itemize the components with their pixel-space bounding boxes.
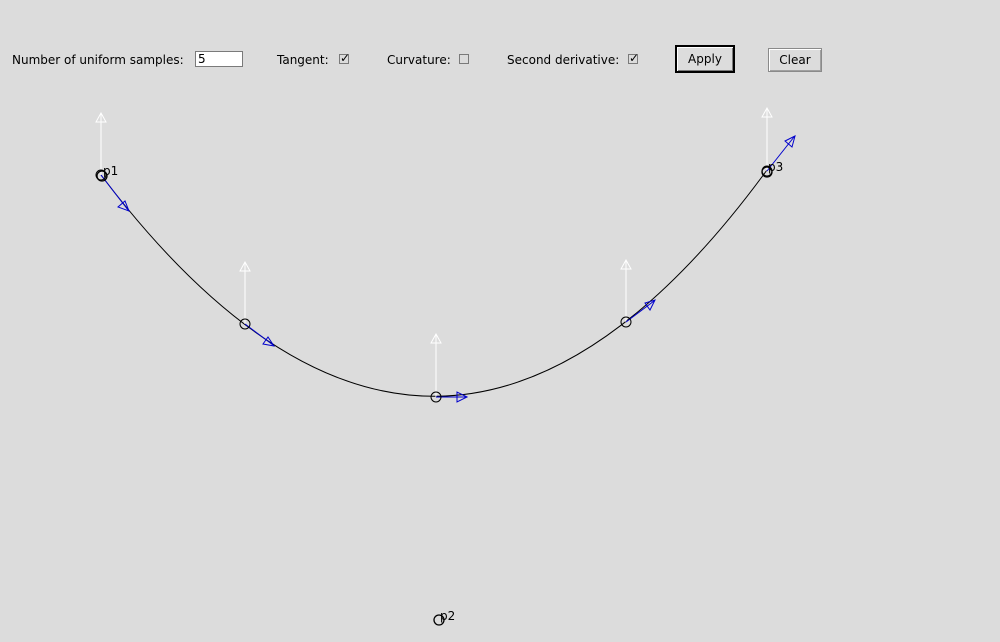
control-point-p1[interactable]: p1: [96, 164, 118, 182]
curve-editor-window: Number of uniform samples: Tangent: ✓ Cu…: [0, 0, 1000, 642]
second-derivative-arrow: [620, 258, 632, 322]
tangent-arrows: [100, 135, 796, 403]
bezier-curve: [100, 169, 768, 397]
second-derivative-arrow: [239, 260, 251, 324]
control-point-label: p1: [103, 164, 118, 178]
control-point-label: p3: [768, 160, 783, 174]
second-derivative-arrow: [430, 332, 442, 397]
control-point-p3[interactable]: p3: [761, 160, 783, 178]
control-point-label: p2: [440, 609, 455, 623]
control-point-p2[interactable]: p2: [433, 609, 455, 626]
second-derivative-arrows: [95, 106, 773, 397]
drawing-canvas[interactable]: p1 p2 p3: [0, 0, 1000, 642]
